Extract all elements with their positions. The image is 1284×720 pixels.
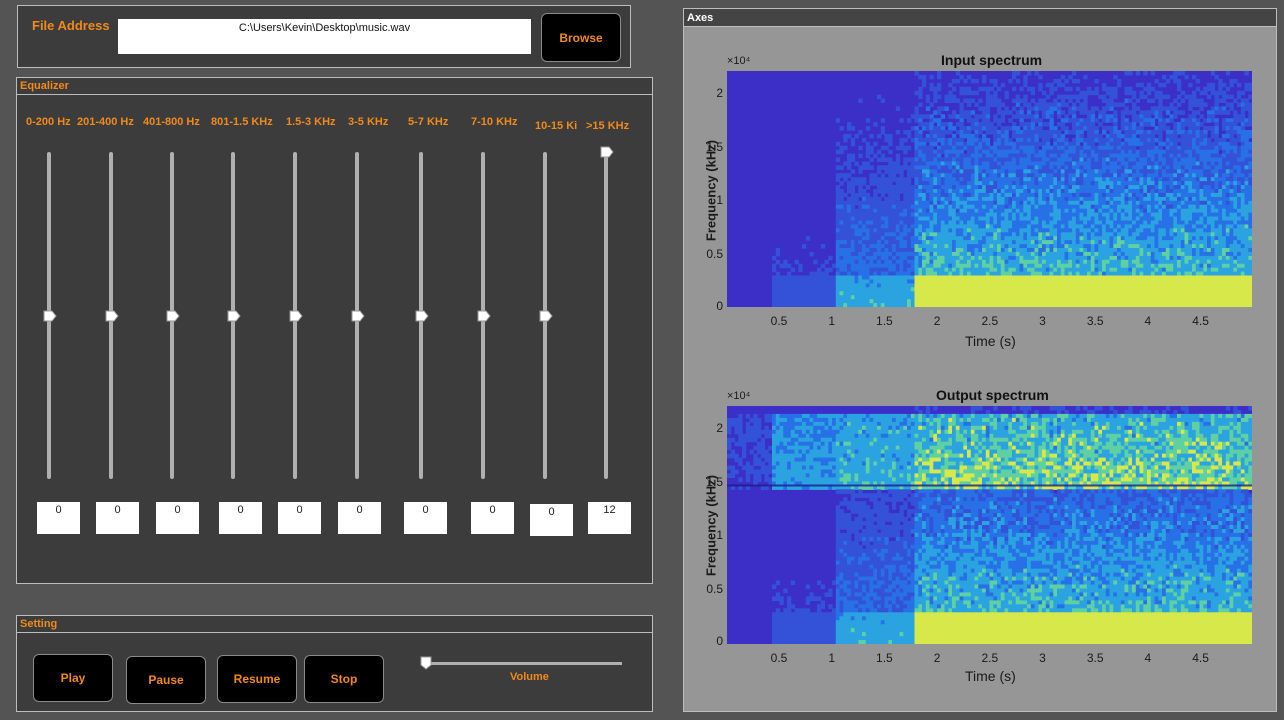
input-ytick-label: 2 — [716, 86, 723, 100]
input-xtick-label: 4 — [1144, 314, 1152, 328]
band-slider-thumb-0[interactable] — [43, 310, 57, 322]
band-value-field-4[interactable]: 0 — [278, 502, 321, 534]
input-spectrogram — [727, 71, 1252, 307]
volume-label: Volume — [510, 671, 549, 683]
band-slider-thumb-4[interactable] — [289, 310, 303, 322]
output-ytick-label: 0 — [716, 634, 723, 648]
input-xtick-label: 0.5 — [770, 314, 788, 328]
input-xtick-label: 1 — [828, 314, 836, 328]
file-address-panel: File Address C:\Users\Kevin\Desktop\musi… — [17, 5, 631, 68]
input-ytick-label: 1 — [716, 193, 723, 207]
band-value-field-2[interactable]: 0 — [156, 502, 199, 534]
band-slider-thumb-8[interactable] — [539, 310, 553, 322]
equalizer-panel: Equalizer 0-200 Hz 0 201-400 Hz 0 401-800 Hz… — [16, 77, 653, 584]
band-label-0: 0-200 Hz — [26, 116, 71, 128]
axes-title: Axes — [684, 9, 1276, 27]
band-label-7: 7-10 KHz — [471, 116, 518, 128]
volume-track — [426, 662, 622, 665]
input-spectrum-chart: Input spectrum ×10⁴ Frequency (kHz) Time… — [683, 40, 1277, 360]
output-xtick-label: 3 — [1039, 651, 1046, 665]
setting-panel: Setting Play Pause Resume Stop Volume — [16, 615, 653, 712]
band-value-field-1[interactable]: 0 — [96, 502, 139, 534]
band-slider-thumb-2[interactable] — [166, 310, 180, 322]
band-slider-thumb-6[interactable] — [415, 310, 429, 322]
band-value-field-7[interactable]: 0 — [471, 502, 514, 534]
output-xtick-label: 2 — [933, 651, 941, 665]
output-spectrogram — [727, 406, 1252, 644]
input-xtick-label: 1.5 — [876, 314, 893, 328]
band-slider-thumb-5[interactable] — [351, 310, 365, 322]
browse-button[interactable]: Browse — [541, 13, 621, 62]
output-xtick-label: 0.5 — [770, 651, 788, 665]
output-ytick-label: 1.5 — [706, 475, 723, 489]
band-label-5: 3-5 KHz — [348, 116, 389, 128]
band-value-field-5[interactable]: 0 — [338, 502, 381, 534]
band-label-1: 201-400 Hz — [77, 116, 134, 128]
band-value-field-0[interactable]: 0 — [37, 502, 80, 534]
band-slider-thumb-9[interactable] — [600, 146, 614, 158]
output-xtick-label: 4.5 — [1192, 651, 1209, 665]
file-path-text: C:\Users\Kevin\Desktop\music.wav — [238, 22, 411, 34]
output-ytick-label: 1 — [716, 528, 723, 542]
band-label-2: 401-800 Hz — [143, 116, 200, 128]
band-value-field-6[interactable]: 0 — [404, 502, 447, 534]
band-slider-thumb-1[interactable] — [105, 310, 119, 322]
stop-button[interactable]: Stop — [304, 655, 384, 703]
band-value-field-9[interactable]: 12 — [588, 502, 631, 534]
band-slider-thumb-7[interactable] — [477, 310, 491, 322]
band-label-6: 5-7 KHz — [408, 116, 449, 128]
input-multiplier: ×10⁴ — [727, 55, 751, 67]
output-xlabel: Time (s) — [965, 668, 1016, 684]
band-label-4: 1.5-3 KHz — [286, 116, 336, 128]
band-label-8: 10-15 Ki — [535, 120, 578, 132]
input-ytick-label: 1.5 — [706, 140, 723, 154]
file-path-input[interactable]: C:\Users\Kevin\Desktop\music.wav — [118, 19, 531, 54]
output-xtick-label: 4 — [1144, 651, 1152, 665]
output-xtick-label: 2.5 — [981, 651, 999, 665]
volume-slider[interactable] — [420, 656, 622, 670]
output-xtick-label: 3.5 — [1086, 651, 1104, 665]
resume-button[interactable]: Resume — [217, 655, 297, 703]
output-xtick-label: 1 — [828, 651, 836, 665]
band-value-field-3[interactable]: 0 — [219, 502, 262, 534]
volume-thumb[interactable] — [420, 656, 432, 670]
band-slider-9[interactable] — [604, 152, 608, 479]
band-slider-thumb-3[interactable] — [227, 310, 241, 322]
output-ytick-label: 2 — [716, 421, 723, 435]
input-xtick-label: 3.5 — [1086, 314, 1104, 328]
file-address-label: File Address — [32, 18, 110, 33]
output-xtick-label: 1.5 — [876, 651, 893, 665]
input-chart-title: Input spectrum — [941, 52, 1043, 68]
band-label-9: >15 KHz — [586, 120, 630, 132]
input-xtick-label: 3 — [1039, 314, 1046, 328]
input-xtick-label: 2 — [933, 314, 941, 328]
input-xtick-label: 2.5 — [981, 314, 999, 328]
input-ytick-label: 0.5 — [706, 247, 723, 261]
output-spectrum-chart: Output spectrum ×10⁴ Frequency (kHz) Tim… — [683, 375, 1277, 695]
band-label-3: 801-1.5 KHz — [211, 116, 273, 128]
output-ytick-label: 0.5 — [706, 582, 723, 596]
input-ytick-label: 0 — [716, 299, 723, 313]
equalizer-title: Equalizer — [17, 78, 652, 95]
pause-button[interactable]: Pause — [126, 656, 206, 704]
band-value-field-8[interactable]: 0 — [530, 504, 573, 536]
setting-title: Setting — [17, 616, 652, 633]
output-chart-title: Output spectrum — [936, 387, 1049, 403]
input-xlabel: Time (s) — [965, 333, 1016, 349]
input-xtick-label: 4.5 — [1192, 314, 1209, 328]
output-multiplier: ×10⁴ — [727, 390, 751, 402]
play-button[interactable]: Play — [33, 654, 113, 702]
